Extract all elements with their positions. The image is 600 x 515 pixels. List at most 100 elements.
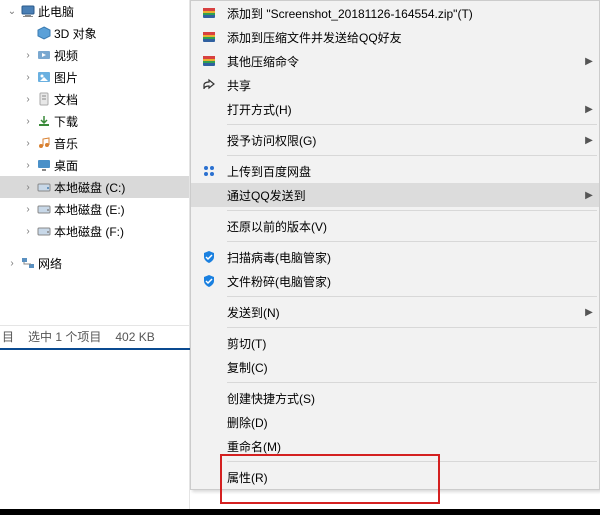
disk-icon <box>34 223 54 239</box>
menu-item-file-shred[interactable]: 文件粉碎(电脑管家) <box>191 269 599 293</box>
menu-label: 通过QQ发送到 <box>227 187 579 204</box>
document-icon <box>34 91 54 107</box>
chevron-right-icon: › <box>22 72 34 83</box>
separator <box>227 210 597 211</box>
archive-icon <box>191 5 227 21</box>
menu-label: 复制(C) <box>227 359 599 376</box>
tree-label: 桌面 <box>54 157 78 174</box>
tree-label: 音乐 <box>54 135 78 152</box>
menu-item-open-with[interactable]: 打开方式(H)▶ <box>191 97 599 121</box>
menu-label: 共享 <box>227 77 599 94</box>
chevron-right-icon: › <box>22 94 34 105</box>
tree-label: 3D 对象 <box>54 25 97 42</box>
menu-item-restore-versions[interactable]: 还原以前的版本(V) <box>191 214 599 238</box>
tree-item-network[interactable]: › 网络 <box>0 252 189 274</box>
chevron-right-icon: › <box>22 204 34 215</box>
menu-label: 上传到百度网盘 <box>227 163 599 180</box>
menu-item-create-shortcut[interactable]: 创建快捷方式(S) <box>191 386 599 410</box>
menu-item-delete[interactable]: 删除(D) <box>191 410 599 434</box>
navigation-tree: ⌄ 此电脑 3D 对象 › 视频 › 图片 › 文档 › 下载 › 音乐 › 桌面 › 本地磁… <box>0 0 190 515</box>
menu-label: 删除(D) <box>227 414 599 431</box>
shield-icon <box>191 273 227 289</box>
menu-item-properties[interactable]: 属性(R) <box>191 465 599 489</box>
tree-item-disk-f[interactable]: › 本地磁盘 (F:) <box>0 220 189 242</box>
menu-label: 创建快捷方式(S) <box>227 390 599 407</box>
computer-icon <box>18 3 38 19</box>
menu-item-copy[interactable]: 复制(C) <box>191 355 599 379</box>
tree-item-music[interactable]: › 音乐 <box>0 132 189 154</box>
tree-item-downloads[interactable]: › 下载 <box>0 110 189 132</box>
menu-item-rename[interactable]: 重命名(M) <box>191 434 599 458</box>
tree-label: 文档 <box>54 91 78 108</box>
share-icon <box>191 77 227 93</box>
menu-label: 重命名(M) <box>227 438 599 455</box>
menu-label: 授予访问权限(G) <box>227 132 579 149</box>
tree-label: 本地磁盘 (C:) <box>54 179 125 196</box>
menu-label: 还原以前的版本(V) <box>227 218 599 235</box>
baidu-icon <box>191 163 227 179</box>
menu-item-send-to[interactable]: 发送到(N)▶ <box>191 300 599 324</box>
menu-item-share[interactable]: 共享 <box>191 73 599 97</box>
status-size: 402 KB <box>115 330 154 344</box>
tree-item-this-pc[interactable]: ⌄ 此电脑 <box>0 0 189 22</box>
download-icon <box>34 113 54 129</box>
tree-item-disk-e[interactable]: › 本地磁盘 (E:) <box>0 198 189 220</box>
menu-item-send-qq[interactable]: 通过QQ发送到▶ <box>191 183 599 207</box>
menu-item-upload-baidu[interactable]: 上传到百度网盘 <box>191 159 599 183</box>
submenu-arrow-icon: ▶ <box>579 104 599 115</box>
tree-label: 图片 <box>54 69 78 86</box>
caret-icon: ⌄ <box>6 6 18 17</box>
tree-label: 下载 <box>54 113 78 130</box>
menu-item-grant-access[interactable]: 授予访问权限(G)▶ <box>191 128 599 152</box>
tree-item-3d[interactable]: 3D 对象 <box>0 22 189 44</box>
status-items: 目 <box>2 328 14 345</box>
archive-icon <box>191 29 227 45</box>
archive-icon <box>191 53 227 69</box>
separator <box>227 296 597 297</box>
menu-label: 扫描病毒(电脑管家) <box>227 249 599 266</box>
menu-item-cut[interactable]: 剪切(T) <box>191 331 599 355</box>
menu-item-other-compress[interactable]: 其他压缩命令▶ <box>191 49 599 73</box>
menu-label: 属性(R) <box>227 469 599 486</box>
tree-item-disk-c[interactable]: › 本地磁盘 (C:) <box>0 176 189 198</box>
submenu-arrow-icon: ▶ <box>579 56 599 67</box>
chevron-right-icon: › <box>6 258 18 269</box>
music-icon <box>34 135 54 151</box>
tree-item-pictures[interactable]: › 图片 <box>0 66 189 88</box>
divider <box>0 509 600 515</box>
separator <box>227 461 597 462</box>
disk-icon <box>34 179 54 195</box>
tree-item-documents[interactable]: › 文档 <box>0 88 189 110</box>
chevron-right-icon: › <box>22 226 34 237</box>
shield-icon <box>191 249 227 265</box>
separator <box>227 155 597 156</box>
submenu-arrow-icon: ▶ <box>579 135 599 146</box>
chevron-right-icon: › <box>22 116 34 127</box>
separator <box>227 327 597 328</box>
context-menu: 添加到 "Screenshot_20181126-164554.zip"(T) … <box>190 0 600 490</box>
submenu-arrow-icon: ▶ <box>579 307 599 318</box>
chevron-right-icon: › <box>22 182 34 193</box>
submenu-arrow-icon: ▶ <box>579 190 599 201</box>
menu-label: 添加到 "Screenshot_20181126-164554.zip"(T) <box>227 5 599 22</box>
tree-label: 此电脑 <box>38 3 74 20</box>
menu-item-add-to-zip[interactable]: 添加到 "Screenshot_20181126-164554.zip"(T) <box>191 1 599 25</box>
tree-item-videos[interactable]: › 视频 <box>0 44 189 66</box>
menu-label: 发送到(N) <box>227 304 579 321</box>
tree-label: 本地磁盘 (E:) <box>54 201 125 218</box>
tree-label: 本地磁盘 (F:) <box>54 223 124 240</box>
video-icon <box>34 47 54 63</box>
tree-item-desktop[interactable]: › 桌面 <box>0 154 189 176</box>
menu-label: 剪切(T) <box>227 335 599 352</box>
chevron-right-icon: › <box>22 138 34 149</box>
menu-label: 其他压缩命令 <box>227 53 579 70</box>
separator <box>227 124 597 125</box>
chevron-right-icon: › <box>22 160 34 171</box>
menu-item-scan-virus[interactable]: 扫描病毒(电脑管家) <box>191 245 599 269</box>
tree-label: 网络 <box>38 255 62 272</box>
tree-label: 视频 <box>54 47 78 64</box>
chevron-right-icon: › <box>22 50 34 61</box>
desktop-icon <box>34 157 54 173</box>
menu-item-add-send-qq[interactable]: 添加到压缩文件并发送给QQ好友 <box>191 25 599 49</box>
picture-icon <box>34 69 54 85</box>
